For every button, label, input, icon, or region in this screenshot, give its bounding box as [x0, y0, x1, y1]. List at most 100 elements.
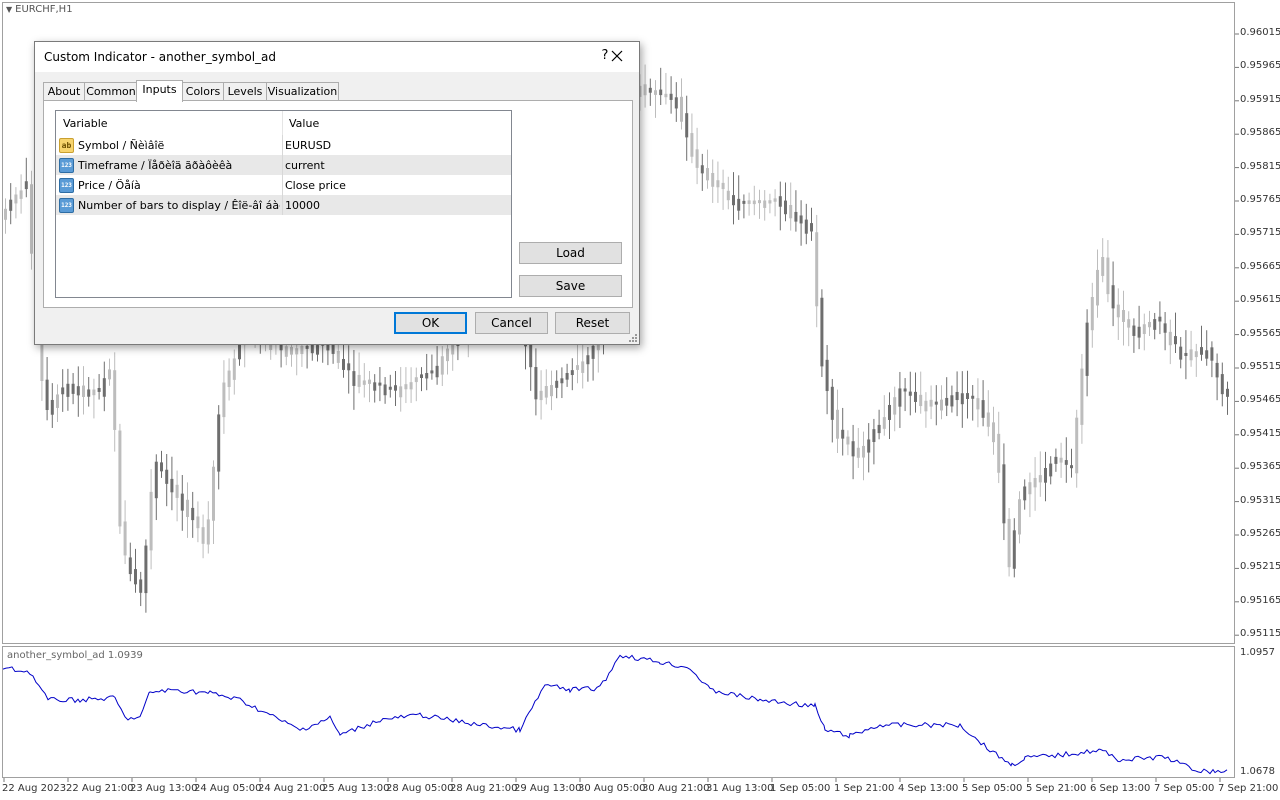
candle-body — [1101, 257, 1105, 276]
candle-body — [1070, 465, 1073, 469]
row-value[interactable]: 10000 — [285, 199, 320, 212]
candle-body — [97, 387, 101, 392]
tab-visualization[interactable]: Visualization — [266, 82, 339, 101]
time-label: 1 Sep 05:00 — [770, 783, 831, 794]
candle-body — [357, 374, 361, 387]
candle-body — [680, 96, 683, 122]
candle-body — [1194, 351, 1198, 358]
candle-body — [1096, 269, 1099, 306]
tab-inputs[interactable]: Inputs — [136, 80, 183, 102]
numeric-type-icon: 123 — [59, 158, 74, 173]
indicator-line — [2, 654, 1228, 775]
candle-body — [726, 190, 730, 201]
candle-body — [71, 383, 75, 394]
candle-body — [305, 345, 309, 349]
grid-header: Variable Value — [56, 111, 511, 135]
save-button[interactable]: Save — [519, 275, 622, 297]
grid-row-bars[interactable]: 123 Number of bars to display / Êîë-âî á… — [56, 195, 511, 215]
load-button[interactable]: Load — [519, 242, 622, 264]
candle-body — [430, 370, 434, 374]
candle-body — [648, 87, 652, 93]
candle-body — [50, 399, 54, 415]
candle-body — [160, 462, 163, 472]
time-label: 30 Aug 21:00 — [642, 783, 710, 794]
candle-body — [1075, 417, 1079, 474]
grid-row-symbol[interactable]: ab Symbol / Ñèìâîë EURUSD — [56, 135, 511, 155]
candle-body — [768, 200, 772, 204]
dialog-title: Custom Indicator - another_symbol_ad — [44, 50, 277, 64]
tab-common[interactable]: Common — [84, 82, 138, 101]
tab-levels[interactable]: Levels — [223, 82, 267, 101]
candle-body — [955, 391, 959, 401]
candle-body — [1085, 322, 1089, 376]
chart-symbol-label: ▼ EURCHF,H1 — [6, 4, 73, 15]
header-divider — [282, 111, 283, 135]
indicator-axis-label: 1.0957 — [1240, 647, 1275, 658]
candle-body — [222, 382, 226, 418]
row-name: Number of bars to display / Êîë-âî áàðîâ… — [78, 199, 280, 212]
candle-body — [435, 365, 439, 378]
dropdown-triangle-icon[interactable]: ▼ — [6, 5, 12, 14]
reset-button[interactable]: Reset — [555, 312, 630, 334]
candle-body — [789, 204, 793, 219]
indicator-label: another_symbol_ad 1.0939 — [7, 650, 143, 661]
candle-body — [924, 400, 928, 412]
grid-row-timeframe[interactable]: 123 Timeframe / Ïåðèîä ãðàôèêà current — [56, 155, 511, 175]
dialog-titlebar[interactable]: Custom Indicator - another_symbol_ad ? — [35, 42, 639, 72]
candle-body — [950, 395, 954, 407]
time-label: 28 Aug 05:00 — [386, 783, 454, 794]
candle-body — [212, 466, 215, 521]
resize-grip-icon[interactable] — [629, 334, 637, 342]
ok-button[interactable]: OK — [394, 312, 467, 334]
candle-body — [1007, 518, 1011, 568]
candle-body — [810, 223, 813, 232]
candle-body — [882, 417, 886, 429]
candle-body — [316, 345, 319, 355]
candle-body — [1033, 477, 1037, 488]
candle-body — [1018, 499, 1021, 535]
tab-about[interactable]: About — [43, 82, 85, 101]
candle-body — [560, 378, 564, 384]
header-value[interactable]: Value — [289, 117, 319, 130]
price-label: 0.95165 — [1240, 594, 1280, 606]
time-label: 4 Sep 13:00 — [898, 783, 959, 794]
candle-body — [815, 232, 819, 307]
grid-row-price[interactable]: 123 Price / Öåíà Close price — [56, 175, 511, 195]
cancel-button[interactable]: Cancel — [475, 312, 548, 334]
candle-body — [981, 400, 985, 418]
candle-body — [4, 208, 7, 220]
header-variable[interactable]: Variable — [63, 117, 108, 130]
candle-body — [1111, 285, 1115, 309]
candle-body — [347, 363, 351, 371]
candle-body — [867, 439, 871, 453]
candle-body — [284, 346, 288, 357]
candle-body — [331, 344, 335, 354]
candle-body — [1049, 463, 1053, 477]
candle-body — [352, 371, 356, 386]
row-value[interactable]: current — [285, 159, 325, 172]
price-label: 0.95715 — [1240, 227, 1280, 239]
price-label: 0.95615 — [1240, 294, 1280, 306]
candle-body — [966, 393, 969, 399]
candle-body — [1002, 464, 1006, 524]
row-value[interactable]: EURUSD — [285, 139, 331, 152]
candle-body — [232, 358, 236, 380]
price-label: 0.95815 — [1240, 160, 1280, 172]
inputs-grid[interactable]: Variable Value ab Symbol / Ñèìâîë EURUSD… — [55, 110, 512, 298]
row-value[interactable]: Close price — [285, 179, 346, 192]
close-button[interactable] — [605, 45, 629, 67]
tab-colors[interactable]: Colors — [182, 82, 224, 101]
candle-body — [45, 379, 49, 411]
candle-body — [898, 388, 902, 407]
time-label: 23 Aug 13:00 — [130, 783, 198, 794]
candle-body — [279, 344, 283, 351]
candle-body — [903, 388, 907, 392]
candle-body — [758, 200, 761, 204]
row-divider — [282, 135, 283, 155]
candle-body — [846, 436, 850, 445]
candle-body — [201, 527, 205, 544]
candle-body — [290, 346, 293, 355]
price-label: 0.95415 — [1240, 427, 1280, 439]
candle-body — [737, 198, 741, 211]
candle-body — [1205, 350, 1209, 359]
